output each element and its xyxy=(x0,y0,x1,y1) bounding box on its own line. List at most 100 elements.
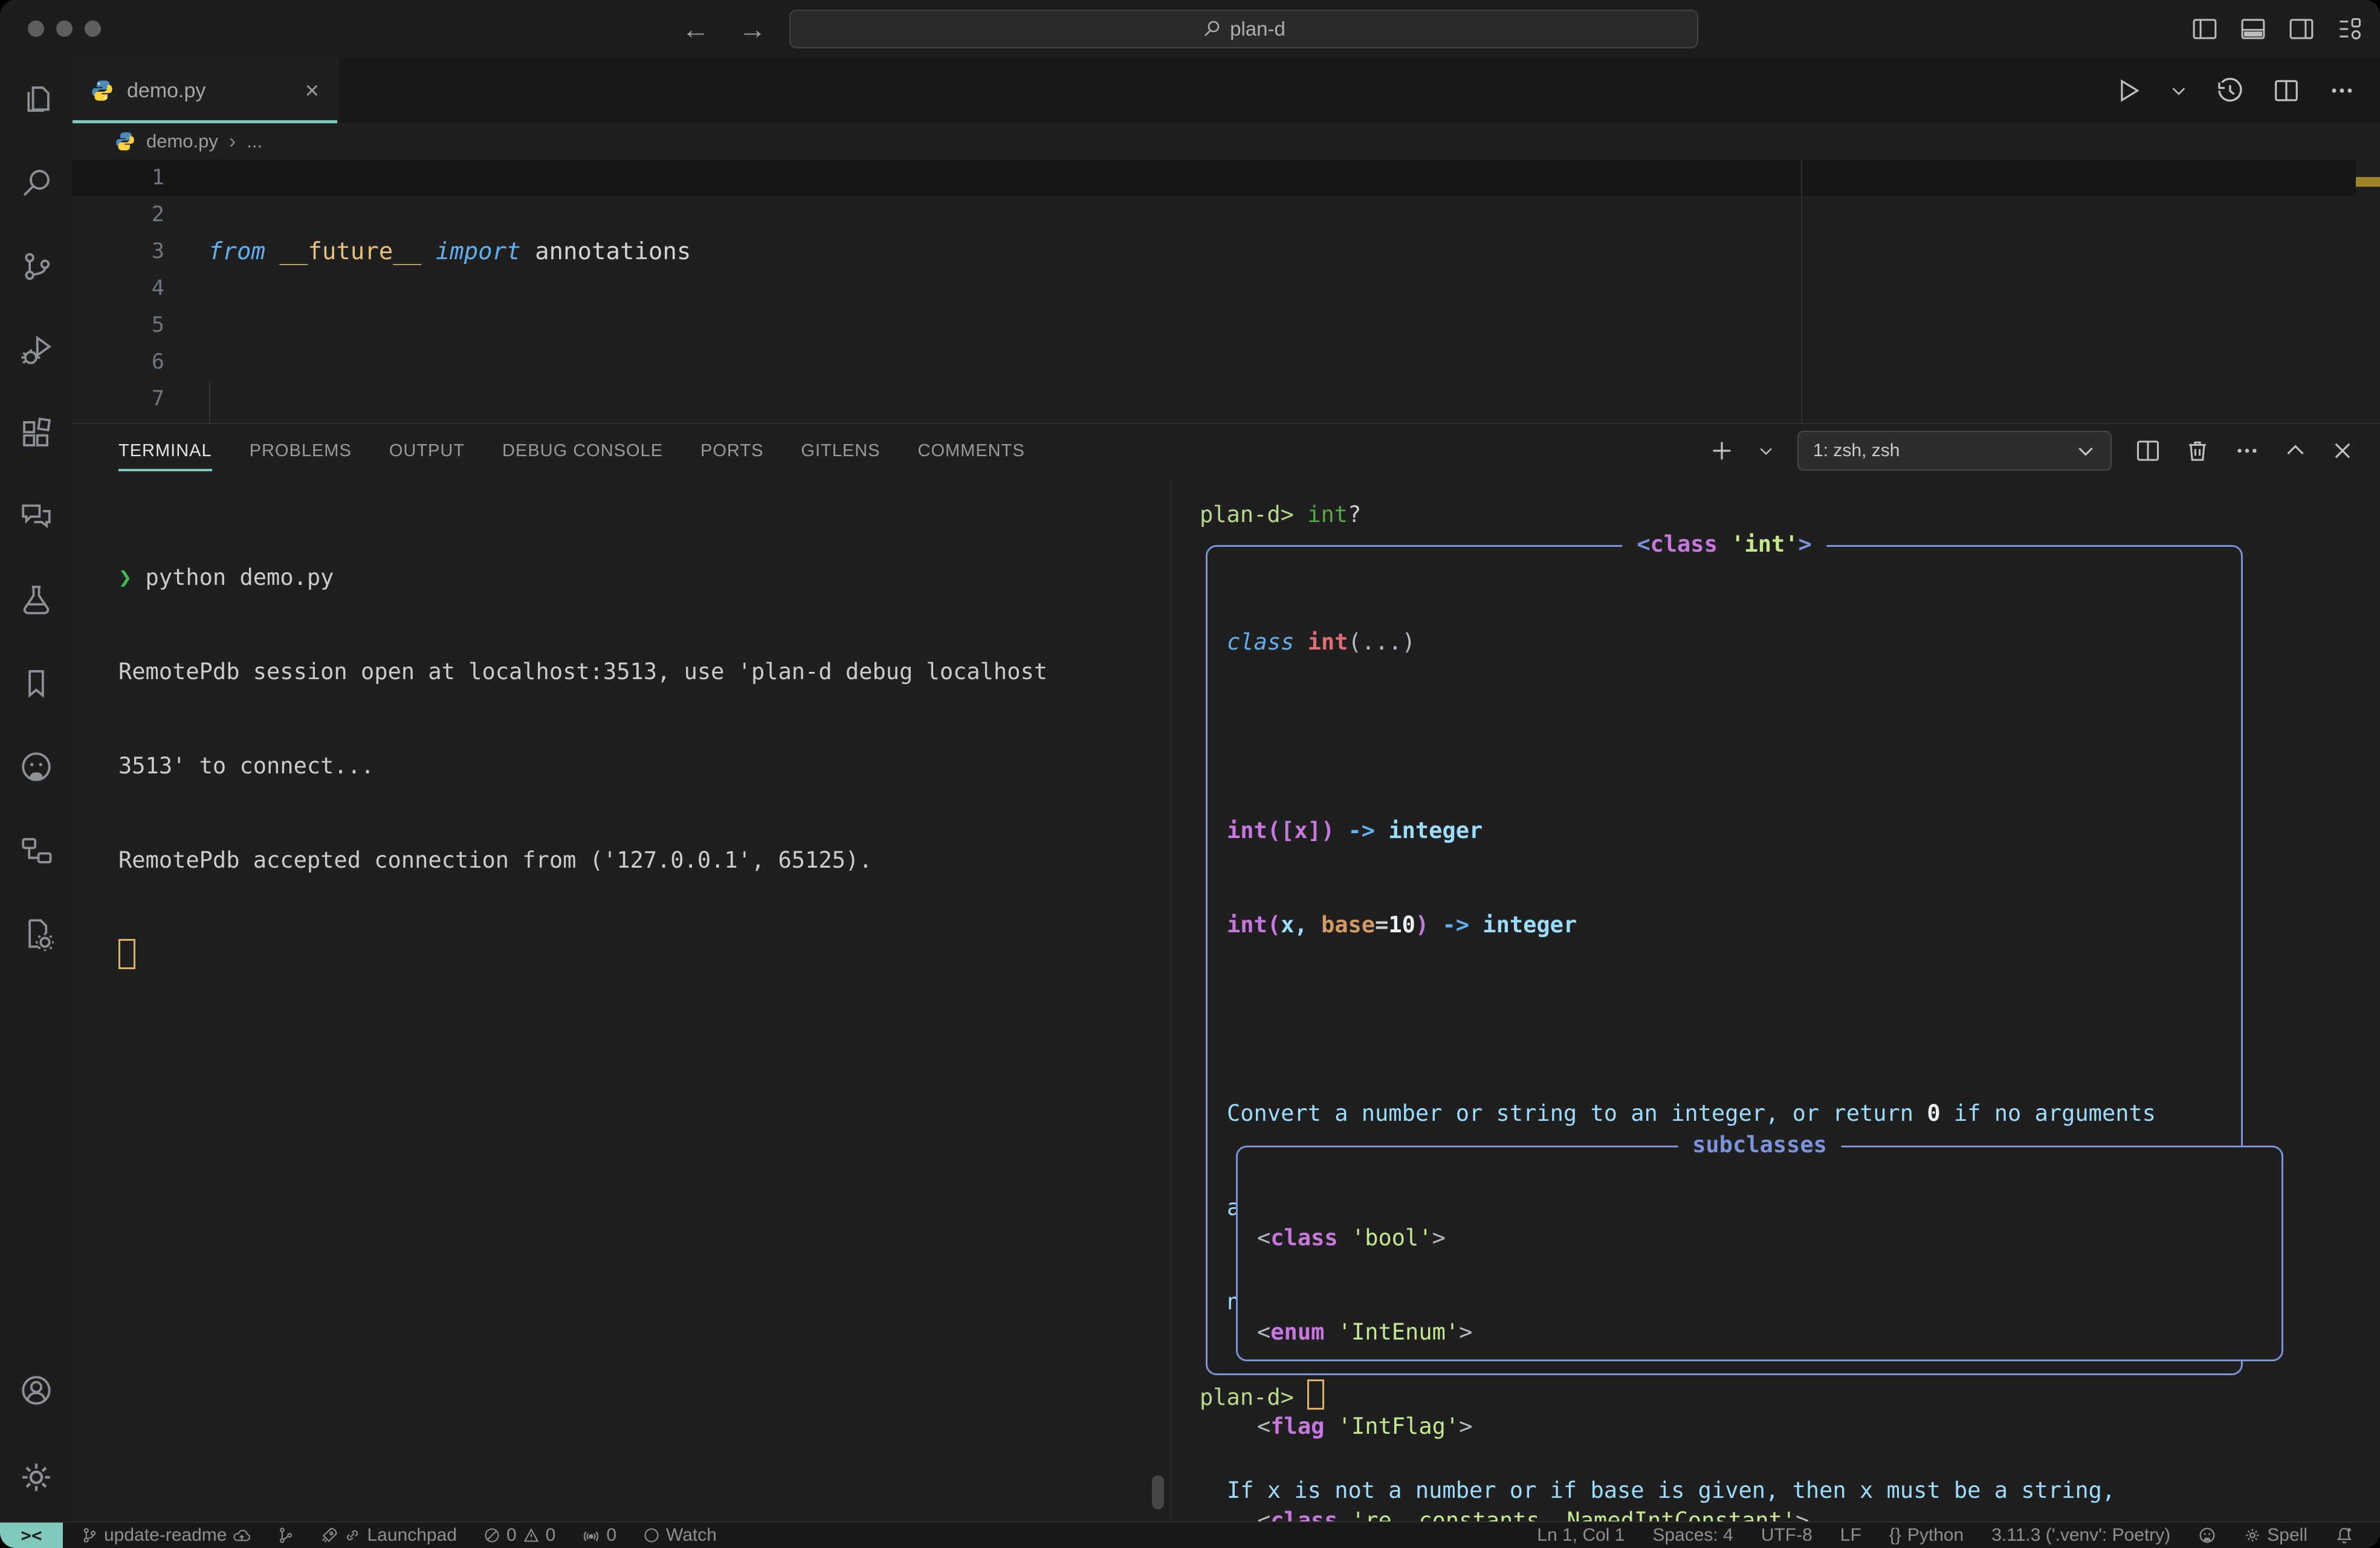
sidebar-item-extensions[interactable] xyxy=(0,392,73,475)
kill-terminal-icon[interactable] xyxy=(2184,437,2211,464)
window-controls[interactable] xyxy=(28,21,101,37)
tab-demo-py[interactable]: demo.py × xyxy=(73,58,338,123)
forward-icon[interactable]: → xyxy=(739,13,766,45)
indentation-status[interactable]: Spaces: 4 xyxy=(1652,1525,1733,1546)
toggle-panel-icon[interactable] xyxy=(2240,16,2266,42)
pdb-prompt-line: plan-d> int? xyxy=(1200,499,1361,531)
line-number: 2 xyxy=(73,196,164,233)
code-settings-icon xyxy=(19,916,54,951)
ports-status[interactable]: 0 xyxy=(582,1525,616,1546)
terminal-line: RemotePdb session open at localhost:3513… xyxy=(118,656,1158,688)
toggle-primary-sidebar-icon[interactable] xyxy=(2191,16,2218,42)
braces-icon: {} xyxy=(1889,1525,1901,1546)
terminal-line: RemotePdb accepted connection from ('127… xyxy=(118,845,1158,876)
chevron-down-icon[interactable] xyxy=(2170,82,2188,100)
notifications-button[interactable] xyxy=(2335,1526,2353,1544)
titlebar: ← → plan-d xyxy=(0,0,2380,58)
language-status[interactable]: {} Python xyxy=(1889,1525,1964,1546)
github-status[interactable] xyxy=(2198,1526,2216,1544)
problems-status[interactable]: 0 0 xyxy=(483,1525,555,1546)
new-terminal-icon[interactable] xyxy=(1709,438,1735,463)
source-control-icon xyxy=(19,249,54,284)
sidebar-item-comments[interactable] xyxy=(0,475,73,558)
panel-tab-gitlens[interactable]: GITLENS xyxy=(801,424,880,477)
watch-status[interactable]: Watch xyxy=(643,1525,717,1546)
panel-tab-problems[interactable]: PROBLEMS xyxy=(250,424,352,477)
chevron-down-icon[interactable] xyxy=(1758,442,1774,459)
split-terminal-icon[interactable] xyxy=(2135,437,2161,464)
sidebar-item-explorer[interactable] xyxy=(0,58,73,141)
sidebar-item-code-settings[interactable] xyxy=(0,892,73,975)
settings-button[interactable] xyxy=(0,1432,73,1523)
terminal-scrollbar[interactable] xyxy=(1152,1475,1164,1509)
python-interpreter-status[interactable]: 3.11.3 ('.venv': Poetry) xyxy=(1991,1525,2170,1546)
sidebar-item-run-debug[interactable] xyxy=(0,308,73,392)
sidebar-item-bookmarks[interactable] xyxy=(0,642,73,725)
encoding-status[interactable]: UTF-8 xyxy=(1761,1525,1812,1546)
warnings-icon xyxy=(523,1527,540,1544)
sidebar-item-search[interactable] xyxy=(0,141,73,225)
sidebar-item-github[interactable] xyxy=(0,725,73,808)
explorer-icon xyxy=(19,82,54,117)
line-number: 5 xyxy=(73,307,164,344)
minimize-window-button[interactable] xyxy=(56,21,73,37)
more-actions-icon[interactable] xyxy=(2234,437,2260,464)
eol-status[interactable]: LF xyxy=(1840,1525,1861,1546)
extensions-icon xyxy=(19,416,54,451)
close-window-button[interactable] xyxy=(28,21,44,37)
rocket-icon xyxy=(321,1527,338,1544)
more-actions-icon[interactable] xyxy=(2328,77,2356,105)
terminal-right-pane[interactable]: plan-d> int? <class 'int'> class int(...… xyxy=(1171,479,2380,1523)
commit-graph-button[interactable] xyxy=(277,1527,294,1544)
terminal-session-select[interactable]: 1: zsh, zsh xyxy=(1797,431,2112,471)
help-line: int(x, base=10) -> integer xyxy=(1227,909,2210,941)
remote-indicator[interactable]: >< xyxy=(0,1523,63,1548)
run-icon[interactable] xyxy=(2114,77,2142,105)
line-number: 7 xyxy=(73,381,164,418)
panel-tab-comments[interactable]: COMMENTS xyxy=(918,424,1025,477)
panel-tab-debug-console[interactable]: DEBUG CONSOLE xyxy=(502,424,663,477)
cursor-position-status[interactable]: Ln 1, Col 1 xyxy=(1537,1525,1625,1546)
breadcrumb[interactable]: demo.py › ... xyxy=(73,123,2380,160)
panel-tab-ports[interactable]: PORTS xyxy=(700,424,763,477)
terminal-line: 3513' to connect... xyxy=(118,750,1158,782)
back-icon[interactable]: ← xyxy=(682,13,710,45)
sidebar-item-testing[interactable] xyxy=(0,558,73,642)
close-tab-icon[interactable]: × xyxy=(305,77,319,105)
subclass-line: <class 'bool'> xyxy=(1257,1222,1809,1254)
zoom-window-button[interactable] xyxy=(85,21,101,37)
launchpad-button[interactable]: Launchpad xyxy=(321,1525,456,1546)
maximize-panel-icon[interactable] xyxy=(2283,439,2307,463)
breadcrumb-more[interactable]: ... xyxy=(247,131,262,152)
activity-bar xyxy=(0,58,73,1523)
panel-tab-terminal[interactable]: TERMINAL xyxy=(118,424,212,477)
spell-checker-status[interactable]: Spell xyxy=(2244,1525,2307,1546)
toggle-secondary-sidebar-icon[interactable] xyxy=(2288,16,2315,42)
line-number: 4 xyxy=(73,270,164,307)
help-line xyxy=(1227,1004,2210,1035)
editor-ruler xyxy=(1801,160,1802,423)
subclasses-box: subclasses <class 'bool'> <enum 'IntEnum… xyxy=(1236,1146,2283,1361)
terminal-left-pane[interactable]: ❯ python demo.py RemotePdb session open … xyxy=(118,499,1158,1033)
account-button[interactable] xyxy=(0,1349,73,1432)
split-editor-icon[interactable] xyxy=(2272,77,2300,105)
help-line: int([x]) -> integer xyxy=(1227,815,2210,847)
sidebar-item-hierarchy[interactable] xyxy=(0,808,73,892)
breadcrumb-file[interactable]: demo.py xyxy=(146,131,218,152)
line-number: 6 xyxy=(73,344,164,381)
pdb-prompt-input-line[interactable]: plan-d> xyxy=(1200,1379,1324,1413)
panel-tab-output[interactable]: OUTPUT xyxy=(389,424,465,477)
help-line xyxy=(1227,721,2210,752)
sidebar-item-source-control[interactable] xyxy=(0,225,73,308)
overview-ruler-marker xyxy=(2356,177,2380,187)
git-branch-status[interactable]: update-readme xyxy=(81,1525,251,1546)
search-icon xyxy=(1202,19,1221,39)
customize-layout-icon[interactable] xyxy=(2336,16,2363,42)
hierarchy-icon xyxy=(19,833,54,868)
code-editor[interactable]: 1 2 3 4 5 6 7 from __future__ import ann… xyxy=(73,160,2380,423)
command-center-search[interactable]: plan-d xyxy=(789,10,1698,48)
account-icon xyxy=(19,1373,54,1408)
testing-icon xyxy=(19,582,54,618)
timeline-icon[interactable] xyxy=(2216,76,2245,105)
close-panel-icon[interactable] xyxy=(2330,439,2355,463)
